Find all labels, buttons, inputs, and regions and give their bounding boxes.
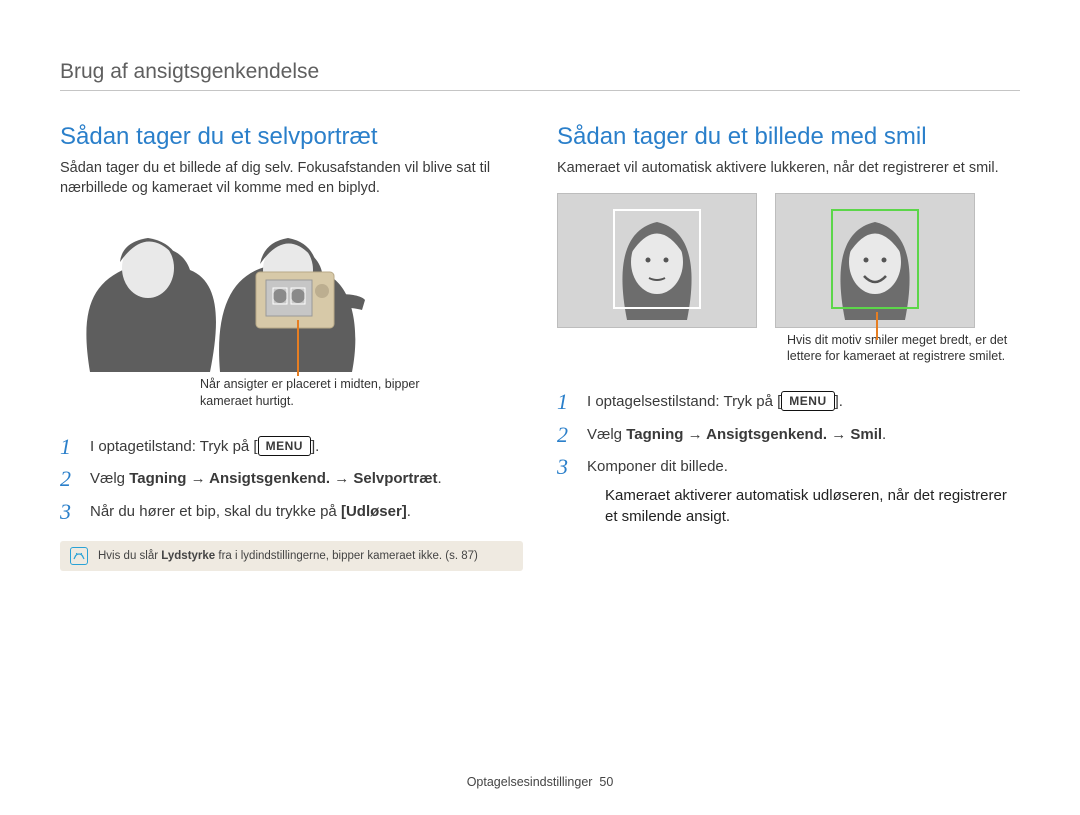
face-tile-smiling	[775, 193, 975, 328]
step-number: 2	[60, 468, 78, 490]
illustration-people-with-camera	[60, 212, 420, 372]
steps-left: 1 I optagetilstand: Tryk på [MENU]. 2 Væ…	[60, 436, 523, 524]
info-icon	[70, 547, 88, 565]
menu-button-icon: MENU	[258, 436, 311, 456]
focus-frame-white	[613, 209, 701, 309]
step-number: 1	[557, 391, 575, 413]
page-footer: Optagelsesindstillinger 50	[0, 775, 1080, 789]
focus-frame-green	[831, 209, 919, 309]
section-intro-selfportrait: Sådan tager du et billede af dig selv. F…	[60, 159, 523, 198]
step-number: 3	[557, 456, 575, 478]
step-text: Vælg Tagning → Ansigtsgenkend. → Smil.	[587, 424, 886, 447]
note-box: Hvis du slår Lydstyrke fra i lydindstill…	[60, 541, 523, 571]
columns: Sådan tager du et selvportræt Sådan tage…	[60, 123, 1020, 571]
menu-button-icon: MENU	[781, 391, 834, 411]
step-3-sublist: Kameraet aktiverer automatisk udløseren,…	[587, 485, 1020, 527]
section-title-selfportrait: Sådan tager du et selvportræt	[60, 123, 523, 151]
page: Brug af ansigtsgenkendelse Sådan tager d…	[0, 0, 1080, 815]
step-text: Når du hører et bip, skal du trykke på […	[90, 501, 411, 524]
face-examples	[557, 193, 1020, 328]
step-1-left: 1 I optagetilstand: Tryk på [MENU].	[60, 436, 523, 459]
section-intro-smile: Kameraet vil automatisk aktivere lukkere…	[557, 159, 1020, 179]
step-number: 1	[60, 436, 78, 458]
step-text: Komponer dit billede. Kameraet aktiverer…	[587, 456, 1020, 537]
note-text: Hvis du slår Lydstyrke fra i lydindstill…	[98, 550, 478, 562]
footer-label: Optagelsesindstillinger	[467, 775, 593, 789]
people-icon	[60, 212, 420, 372]
illustration-selfie: Når ansigter er placeret i midten, bippe…	[60, 212, 523, 410]
callout-line	[297, 320, 299, 376]
illustration-caption-right: Hvis dit motiv smiler meget bredt, er de…	[787, 332, 1017, 366]
step-number: 2	[557, 424, 575, 446]
step-2-right: 2 Vælg Tagning → Ansigtsgenkend. → Smil.	[557, 424, 1020, 447]
page-heading: Brug af ansigtsgenkendelse	[60, 60, 1020, 91]
column-right: Sådan tager du et billede med smil Kamer…	[557, 123, 1020, 571]
illustration-caption-left: Når ansigter er placeret i midten, bippe…	[200, 376, 460, 410]
step-text: I optagelsestilstand: Tryk på [MENU].	[587, 391, 843, 414]
page-number: 50	[599, 775, 613, 789]
step-text: Vælg Tagning → Ansigtsgenkend. → Selvpor…	[90, 468, 442, 491]
step-number: 3	[60, 501, 78, 523]
face-tile-neutral	[557, 193, 757, 328]
illustration-smile: Hvis dit motiv smiler meget bredt, er de…	[557, 193, 1020, 366]
step-3-left: 3 Når du hører et bip, skal du trykke på…	[60, 501, 523, 524]
column-left: Sådan tager du et selvportræt Sådan tage…	[60, 123, 523, 571]
section-title-smile: Sådan tager du et billede med smil	[557, 123, 1020, 151]
step-3-right: 3 Komponer dit billede. Kameraet aktiver…	[557, 456, 1020, 537]
step-1-right: 1 I optagelsestilstand: Tryk på [MENU].	[557, 391, 1020, 414]
step-text: I optagetilstand: Tryk på [MENU].	[90, 436, 319, 459]
callout-line	[876, 312, 878, 340]
steps-right: 1 I optagelsestilstand: Tryk på [MENU]. …	[557, 391, 1020, 537]
step-2-left: 2 Vælg Tagning → Ansigtsgenkend. → Selvp…	[60, 468, 523, 491]
step-3-sub-item: Kameraet aktiverer automatisk udløseren,…	[605, 485, 1020, 527]
